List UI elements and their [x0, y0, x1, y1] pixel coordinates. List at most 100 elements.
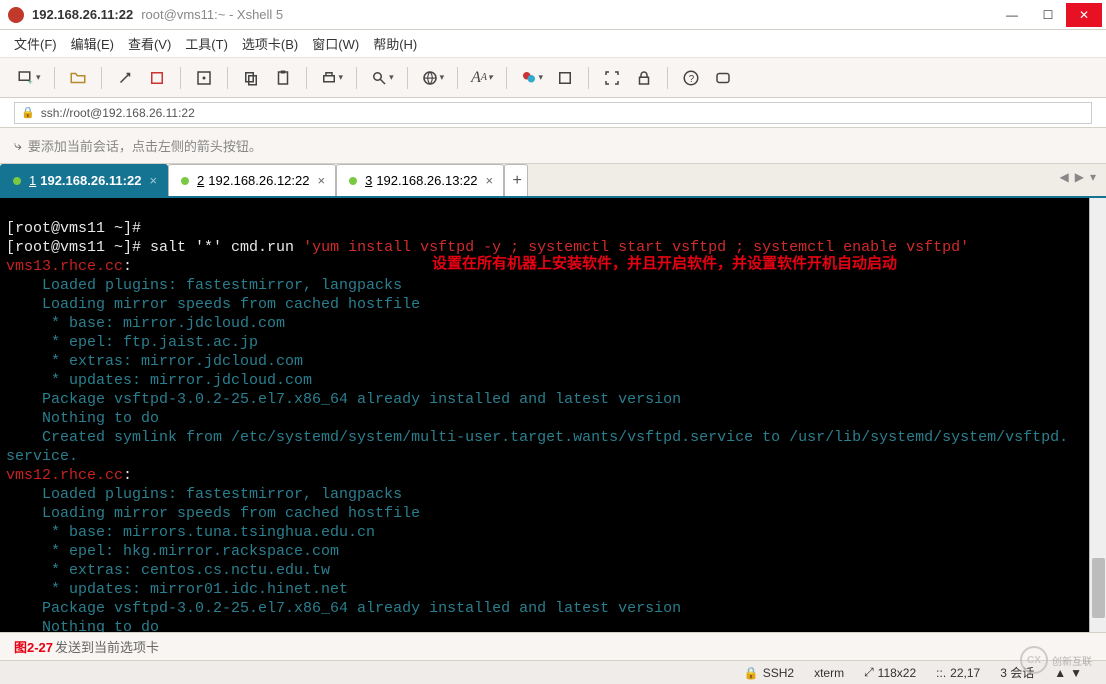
find-button[interactable]: ▾: [367, 65, 397, 91]
maximize-button[interactable]: ☐: [1030, 3, 1066, 27]
tab-next-icon[interactable]: ▶: [1075, 170, 1084, 184]
open-button[interactable]: [65, 65, 91, 91]
session-tab-1[interactable]: 1 192.168.26.11:22 ×: [0, 164, 168, 196]
svg-text:+: +: [28, 76, 33, 86]
output-line: Package vsftpd-3.0.2-25.el7.x86_64 alrea…: [6, 391, 681, 408]
compose-bar: 图2-27 发送到当前选项卡: [0, 632, 1106, 660]
compose-button[interactable]: [710, 65, 736, 91]
output-line: Nothing to do: [6, 619, 159, 632]
output-line: * extras: centos.cs.nctu.edu.tw: [6, 562, 330, 579]
paste-button[interactable]: [270, 65, 296, 91]
address-input[interactable]: 🔒 ssh://root@192.168.26.11:22: [14, 102, 1092, 124]
help-icon[interactable]: ?: [678, 65, 704, 91]
output-host: vms13.rhce.cc: [6, 258, 123, 275]
status-proto: 🔒SSH2: [744, 666, 794, 680]
output-line: * extras: mirror.jdcloud.com: [6, 353, 303, 370]
add-session-arrow[interactable]: ⤷: [14, 137, 22, 154]
tab-number: 2: [197, 173, 204, 188]
address-bar: 🔒 ssh://root@192.168.26.11:22: [0, 98, 1106, 128]
menu-edit[interactable]: 编辑(E): [71, 34, 114, 53]
output-line: * epel: ftp.jaist.ac.jp: [6, 334, 258, 351]
menu-view[interactable]: 查看(V): [128, 34, 171, 53]
tab-number: 1: [29, 173, 36, 188]
menu-file[interactable]: 文件(F): [14, 34, 57, 53]
app-icon: [8, 7, 24, 23]
disconnect-button[interactable]: [144, 65, 170, 91]
output-line: Loading mirror speeds from cached hostfi…: [6, 296, 420, 313]
lock-button[interactable]: [631, 65, 657, 91]
output-line: Created symlink from /etc/systemd/system…: [6, 429, 1068, 446]
menu-tools[interactable]: 工具(T): [185, 34, 228, 53]
menu-help[interactable]: 帮助(H): [373, 34, 417, 53]
menu-window[interactable]: 窗口(W): [312, 34, 359, 53]
lock-icon: 🔒: [744, 666, 759, 680]
output-line: * updates: mirror.jdcloud.com: [6, 372, 312, 389]
annotation-overlay: 设置在所有机器上安装软件，并且开启软件，并设置软件开机自动启动: [432, 254, 897, 273]
svg-text:?: ?: [689, 73, 695, 84]
new-session-button[interactable]: +▾: [14, 65, 44, 91]
tab-close-icon[interactable]: ×: [318, 173, 326, 188]
window-title-detail: root@vms11:~ - Xshell 5: [141, 7, 283, 22]
status-termtype: xterm: [814, 666, 844, 680]
print-button[interactable]: ▾: [317, 65, 347, 91]
tab-label: 192.168.26.13:22: [376, 173, 477, 188]
new-tab-button[interactable]: +: [504, 164, 528, 196]
compose-hint: 发送到当前选项卡: [55, 637, 159, 656]
tab-close-icon[interactable]: ×: [486, 173, 494, 188]
output-line: Loading mirror speeds from cached hostfi…: [6, 505, 420, 522]
close-button[interactable]: ✕: [1066, 3, 1102, 27]
minimize-button[interactable]: —: [994, 3, 1030, 27]
titlebar: 192.168.26.11:22 root@vms11:~ - Xshell 5…: [0, 0, 1106, 30]
address-text: ssh://root@192.168.26.11:22: [41, 106, 195, 120]
resize-icon: ⤢: [864, 665, 874, 680]
command: salt '*' cmd.run: [150, 239, 303, 256]
lock-icon: 🔒: [21, 106, 35, 119]
session-tab-2[interactable]: 2 192.168.26.12:22 ×: [168, 164, 336, 196]
output-line: * base: mirrors.tuna.tsinghua.edu.cn: [6, 524, 375, 541]
window-title-host: 192.168.26.11:22: [32, 7, 133, 22]
info-bar: ⤷ 要添加当前会话，点击左侧的箭头按钮。: [0, 128, 1106, 164]
highlight-button[interactable]: [552, 65, 578, 91]
output-line: Package vsftpd-3.0.2-25.el7.x86_64 alrea…: [6, 600, 681, 617]
output-line: Loaded plugins: fastestmirror, langpacks: [6, 486, 402, 503]
language-button[interactable]: ▾: [418, 65, 448, 91]
tab-close-icon[interactable]: ×: [149, 173, 157, 188]
menu-tabs[interactable]: 选项卡(B): [242, 34, 298, 53]
status-cursor: ::.22,17: [936, 666, 980, 680]
status-dot-icon: [181, 177, 189, 185]
tab-label: 192.168.26.12:22: [208, 173, 309, 188]
prompt: [root@vms11 ~]#: [6, 220, 141, 237]
properties-button[interactable]: [191, 65, 217, 91]
reconnect-button[interactable]: [112, 65, 138, 91]
window-controls: — ☐ ✕: [994, 3, 1102, 27]
tab-scroll-controls: ◀ ▶ ▾: [1060, 170, 1097, 184]
status-bar: 🔒SSH2 xterm ⤢118x22 ::.22,17 3 会话 ▲▼: [0, 660, 1106, 684]
info-message: 要添加当前会话，点击左侧的箭头按钮。: [28, 136, 262, 155]
output-line: * base: mirror.jdcloud.com: [6, 315, 285, 332]
fullscreen-button[interactable]: [599, 65, 625, 91]
figure-label: 图2-27: [14, 637, 53, 656]
copy-button[interactable]: [238, 65, 264, 91]
tab-list-icon[interactable]: ▾: [1090, 170, 1096, 184]
session-tab-3[interactable]: 3 192.168.26.13:22 ×: [336, 164, 504, 196]
status-dot-icon: [13, 177, 21, 185]
tab-prev-icon[interactable]: ◀: [1060, 170, 1069, 184]
menubar: 文件(F) 编辑(E) 查看(V) 工具(T) 选项卡(B) 窗口(W) 帮助(…: [0, 30, 1106, 58]
font-button[interactable]: AA▾: [468, 65, 495, 91]
terminal[interactable]: [root@vms11 ~]# [root@vms11 ~]# salt '*'…: [0, 198, 1106, 632]
output-line: * epel: hkg.mirror.rackspace.com: [6, 543, 339, 560]
status-size: ⤢118x22: [864, 665, 916, 680]
prompt: [root@vms11 ~]#: [6, 239, 150, 256]
tab-label: 192.168.26.11:22: [40, 173, 141, 188]
output-line: Loaded plugins: fastestmirror, langpacks: [6, 277, 402, 294]
watermark: CX创新互联: [1006, 639, 1106, 681]
color-scheme-button[interactable]: ▾: [517, 65, 547, 91]
tab-bar: 1 192.168.26.11:22 × 2 192.168.26.12:22 …: [0, 164, 1106, 198]
status-dot-icon: [349, 177, 357, 185]
toolbar: +▾ ▾ ▾ ▾ AA▾ ▾ ?: [0, 58, 1106, 98]
output-line: service.: [6, 448, 78, 465]
terminal-scrollbar[interactable]: [1089, 198, 1106, 632]
output-host: vms12.rhce.cc: [6, 467, 123, 484]
output-line: Nothing to do: [6, 410, 159, 427]
output-line: * updates: mirror01.idc.hinet.net: [6, 581, 348, 598]
